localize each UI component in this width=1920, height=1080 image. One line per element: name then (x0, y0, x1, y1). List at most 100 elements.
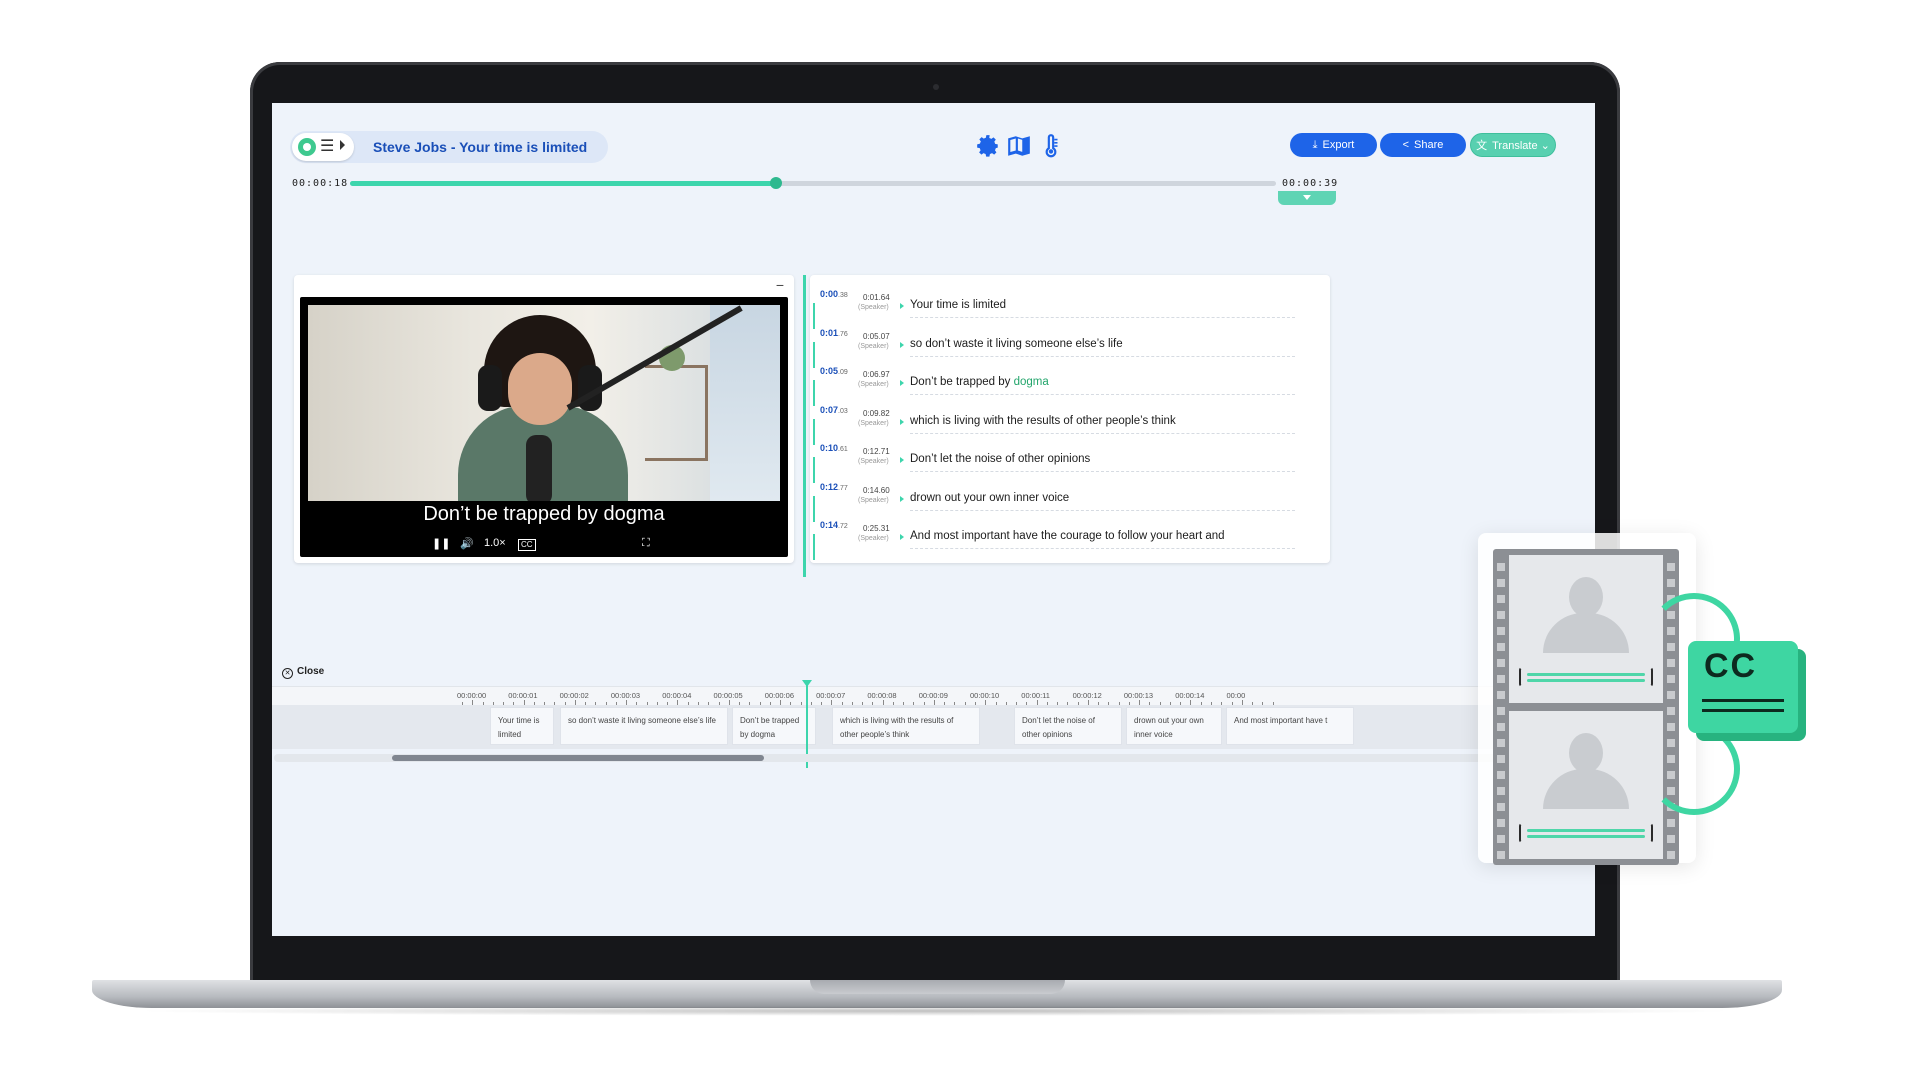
video-panel: − Don’t be trapped by dogma ❚❚ 🔊 1.0× CC (294, 275, 794, 563)
laptop-base-notch (810, 980, 1065, 994)
timeline-ruler[interactable]: 00:00:00 00:00:01 00:00:02 00:00:03 00:00:04… (272, 686, 1595, 705)
segment-end-time: 0:06.97 (863, 370, 890, 379)
segment-marker (813, 457, 815, 483)
transcript-segment[interactable]: 0:07.03 0:09.82 (Speaker) which is living w… (810, 405, 1330, 445)
panel-divider[interactable] (803, 275, 806, 577)
close-icon: ✕ (282, 668, 293, 679)
segment-marker (813, 341, 815, 368)
segment-start-time[interactable]: 0:10.61 (820, 443, 848, 453)
segment-speaker[interactable]: (Speaker) (858, 304, 889, 311)
segment-marker (813, 303, 815, 329)
share-button[interactable]: < Share (1380, 133, 1466, 157)
timeline-clip[interactable]: Your time is limited (490, 707, 554, 745)
ruler-label: 00:00:08 (867, 691, 897, 700)
ruler-label: 00:00:11 (1021, 691, 1050, 700)
segment-start-time[interactable]: 0:05.09 (820, 366, 848, 376)
segment-text[interactable]: And most important have the courage to f… (910, 530, 1225, 542)
timeline-clip[interactable]: Don’t let the noise of other opinions (1014, 707, 1122, 745)
segment-text[interactable]: so don’t waste it living someone else’s … (910, 338, 1123, 350)
timeline-track: Your time is limited so don’t waste it li… (272, 705, 1595, 749)
transcript-segment[interactable]: 0:01.76 0:05.07 (Speaker) so don’t waste it… (810, 328, 1330, 368)
segment-speaker[interactable]: (Speaker) (858, 343, 889, 350)
translate-button[interactable]: 文 Translate ⌄ (1470, 133, 1556, 157)
fullscreen-icon[interactable]: ⛶ (642, 537, 650, 550)
cc-illustration: CC (1478, 523, 1798, 871)
segment-start-time[interactable]: 0:01.76 (820, 328, 848, 338)
ruler-label: 00:00:13 (1123, 691, 1154, 700)
timeline-scrollbar-thumb[interactable] (392, 755, 764, 761)
export-button[interactable]: ⤓ Export (1290, 133, 1377, 157)
current-time: 00:00:18 (292, 178, 349, 189)
timeline-clip[interactable]: drown out your own inner voice (1126, 707, 1222, 745)
segment-start-time[interactable]: 0:12.77 (820, 482, 848, 492)
timeline-clip[interactable]: Don’t be trapped by dogma (732, 707, 816, 745)
cc-badge-icon: CC (1688, 641, 1798, 733)
pause-icon[interactable]: ❚❚ (432, 537, 450, 550)
segment-speaker[interactable]: (Speaker) (858, 497, 889, 504)
video-player[interactable]: Don’t be trapped by dogma ❚❚ 🔊 1.0× CC ⛶ (300, 297, 788, 557)
timeline-scrollbar[interactable] (274, 754, 1589, 762)
progress-fill (350, 181, 776, 186)
transcript-segment[interactable]: 0:00.38 0:01.64 (Speaker) Your time is limi… (810, 289, 1330, 329)
segment-text[interactable]: Don’t let the noise of other opinions (910, 453, 1090, 465)
transcript-segment[interactable]: 0:12.77 0:14.60 (Speaker) drown out your ow… (810, 482, 1330, 522)
segment-start-time[interactable]: 0:07.03 (820, 405, 848, 415)
menu-icon: ☰ (320, 138, 335, 155)
ruler-label: 00:00:09 (918, 691, 948, 700)
progress-track[interactable] (350, 177, 1276, 189)
segment-speaker[interactable]: (Speaker) (858, 535, 889, 542)
progress-handle[interactable] (769, 177, 782, 189)
ruler-label: 00:00:02 (559, 691, 589, 700)
segment-speaker[interactable]: (Speaker) (858, 420, 889, 427)
segment-end-time: 0:25.31 (863, 524, 890, 533)
transcript-segment[interactable]: 0:10.61 0:12.71 (Speaker) Don’t let the noi… (810, 443, 1330, 483)
project-title[interactable]: Steve Jobs - Your time is limited (373, 139, 587, 155)
play-segment-icon[interactable] (900, 303, 904, 309)
app-menu-button[interactable]: ☰ (292, 133, 354, 161)
segment-end-time: 0:09.82 (863, 408, 890, 418)
video-frame (308, 305, 780, 501)
ruler-label: 00:00 (1226, 691, 1246, 700)
timeline-clip[interactable]: And most important have t (1226, 707, 1354, 745)
caret-right-icon (340, 140, 345, 150)
segment-speaker[interactable]: (Speaker) (858, 458, 889, 465)
close-label: Close (297, 666, 325, 677)
segment-speaker[interactable]: (Speaker) (858, 381, 889, 388)
close-button[interactable]: ✕ Close (282, 666, 324, 679)
volume-icon[interactable]: 🔊 (460, 537, 474, 550)
player-controls: ❚❚ 🔊 1.0× CC ⛶ (300, 537, 788, 553)
segment-end-time: 0:14.60 (863, 485, 890, 495)
translate-label: Translate (1492, 140, 1538, 152)
segment-start-time[interactable]: 0:00.38 (820, 289, 848, 299)
segment-marker (813, 495, 815, 522)
collapse-drawer-toggle[interactable] (1278, 191, 1336, 205)
ruler-label: 00:00:07 (816, 691, 846, 700)
segment-text[interactable]: Your time is limited (910, 299, 1006, 311)
segment-text[interactable]: drown out your own inner voice (910, 492, 1069, 504)
play-segment-icon[interactable] (900, 495, 904, 502)
playback-speed[interactable]: 1.0× (484, 537, 506, 549)
play-segment-icon[interactable] (900, 418, 904, 425)
transcript-panel: 0:00.38 0:01.64 (Speaker) Your time is limi… (810, 275, 1330, 563)
segment-end-time: 0:05.07 (863, 331, 890, 341)
timeline-clip[interactable]: which is living with the results of othe… (832, 707, 980, 745)
book-icon[interactable] (1006, 133, 1032, 159)
ruler-label: 00:00:10 (970, 691, 1000, 700)
thermometer-icon[interactable] (1038, 133, 1064, 159)
settings-gear-icon[interactable] (975, 133, 1001, 159)
play-segment-icon[interactable] (900, 341, 904, 348)
play-segment-icon[interactable] (900, 534, 904, 540)
play-segment-icon[interactable] (900, 380, 904, 386)
captions-icon[interactable]: CC (518, 539, 536, 551)
segment-start-time[interactable]: 0:14.72 (820, 520, 848, 530)
transcript-segment[interactable]: 0:14.72 0:25.31 (Speaker) And most importan… (810, 520, 1330, 560)
timeline-clip[interactable]: so don’t waste it living someone else’s … (560, 707, 728, 745)
minimize-icon[interactable]: − (776, 277, 784, 293)
play-segment-icon[interactable] (900, 457, 904, 463)
ruler-label: 00:00:01 (508, 691, 538, 700)
segment-text[interactable]: Don’t be trapped by dogma (910, 376, 1049, 388)
transcript-segment[interactable]: 0:05.09 0:06.97 (Speaker) Don’t be trapped … (810, 366, 1330, 406)
total-time: 00:00:39 (1282, 178, 1339, 189)
segment-text[interactable]: which is living with the results of othe… (910, 415, 1176, 427)
timeline: 00:00:00 00:00:01 00:00:02 00:00:03 00:00:04… (272, 680, 1595, 936)
